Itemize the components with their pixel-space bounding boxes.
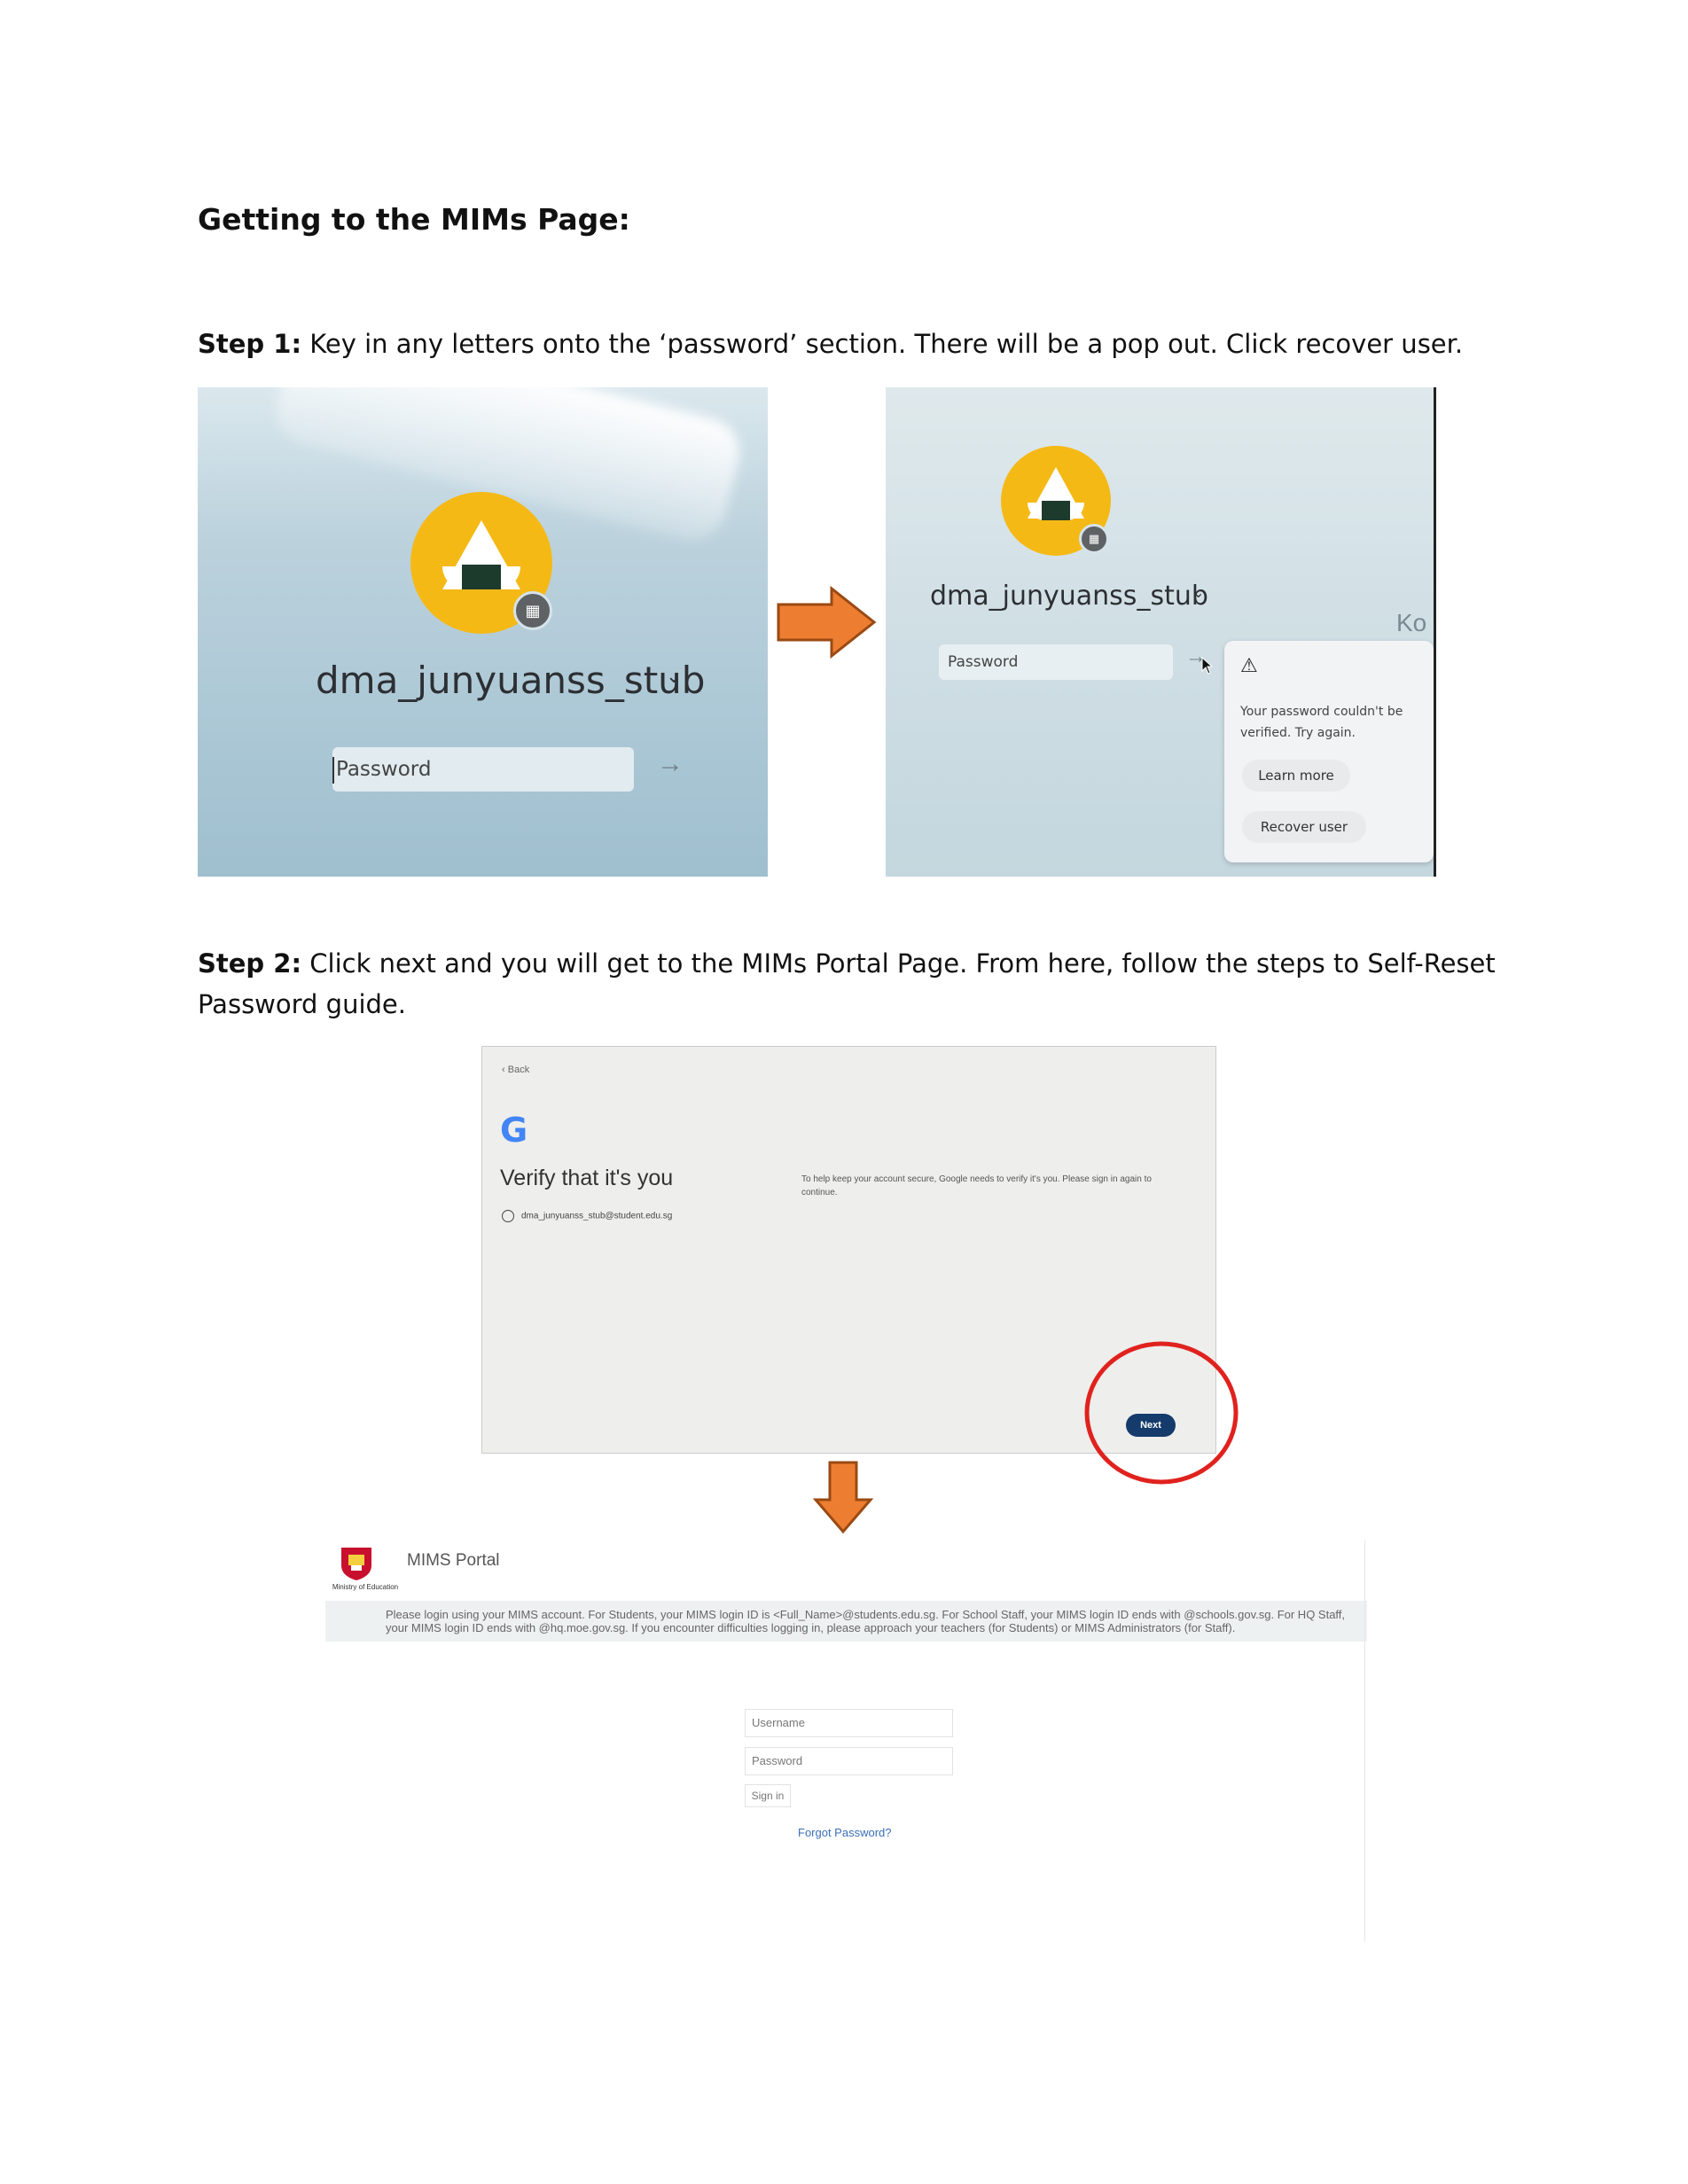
step-1-body: Key in any letters onto the ‘password’ s… — [301, 329, 1464, 359]
submit-arrow-icon[interactable]: → — [657, 749, 684, 779]
error-message: Your password couldn't be verified. Try … — [1240, 705, 1403, 740]
logo-caption: Ministry of Education — [332, 1583, 399, 1591]
managed-device-icon: ▦ — [513, 591, 552, 630]
verify-info-text: To help keep your account secure, Google… — [801, 1174, 1152, 1197]
username-label: dma_junyuanss_stub — [930, 581, 1208, 612]
mouse-pointer-icon — [1201, 657, 1214, 675]
step-2-text: Step 2: Click next and you will get to t… — [198, 943, 1496, 1025]
forgot-password-link[interactable]: Forgot Password? — [798, 1826, 892, 1839]
step-1-text: Step 1: Key in any letters onto the ‘pas… — [198, 324, 1463, 364]
warning-icon: ⚠ — [1240, 655, 1258, 677]
password-input[interactable]: Password — [939, 644, 1173, 680]
login-screen-photo: ▦ dma_junyuanss_stub ⌄ Password → — [198, 387, 768, 877]
page-edge — [1364, 1540, 1365, 1941]
chevron-down-icon[interactable]: ⌄ — [666, 666, 682, 688]
step-2-body-line-2: Password guide. — [198, 989, 406, 1019]
sign-in-button[interactable]: Sign in — [745, 1784, 791, 1807]
recover-user-button[interactable]: Recover user — [1242, 811, 1366, 843]
password-error-photo: ▦ dma_junyuanss_stub ⌄ Ko Password → ⚠ Y… — [886, 387, 1436, 877]
right-arrow-icon — [777, 585, 877, 659]
step-2-label: Step 2: — [198, 948, 302, 979]
google-logo-icon: G — [500, 1111, 528, 1150]
account-chip: dma_junyuanss_stub@student.edu.sg — [502, 1210, 672, 1222]
learn-more-button[interactable]: Learn more — [1242, 760, 1350, 792]
login-notice: Please login using your MIMS account. Fo… — [325, 1601, 1367, 1642]
username-label: dma_junyuanss_stub — [316, 659, 706, 702]
text-cursor — [332, 756, 334, 784]
nori-shape — [1042, 501, 1070, 520]
username-input[interactable]: Username — [745, 1709, 953, 1737]
password-input[interactable]: Password — [745, 1747, 953, 1775]
step-2-body: Click next and you will get to the MIMs … — [301, 948, 1496, 979]
moe-crest-icon — [338, 1546, 375, 1581]
account-circle-icon — [502, 1210, 514, 1222]
password-input[interactable]: Password — [332, 747, 634, 792]
step-1-label: Step 1: — [198, 329, 302, 359]
password-error-popup: ⚠ Your password couldn't be verified. Tr… — [1224, 641, 1434, 862]
mims-portal-screenshot: Ministry of Education MIMS Portal Please… — [325, 1540, 1367, 1941]
cut-off-text: Ko — [1396, 609, 1427, 636]
back-link[interactable]: ‹ Back — [502, 1065, 529, 1075]
chevron-down-icon[interactable]: ⌄ — [1192, 584, 1204, 601]
page-heading: Getting to the MIMs Page: — [198, 202, 630, 237]
down-arrow-icon — [812, 1461, 874, 1534]
nori-shape — [462, 565, 501, 589]
chevron-left-icon: ‹ — [502, 1065, 508, 1075]
verify-title: Verify that it's you — [500, 1166, 674, 1190]
managed-device-icon: ▦ — [1079, 524, 1109, 554]
portal-title: MIMS Portal — [407, 1551, 500, 1570]
highlight-circle — [1084, 1341, 1239, 1485]
